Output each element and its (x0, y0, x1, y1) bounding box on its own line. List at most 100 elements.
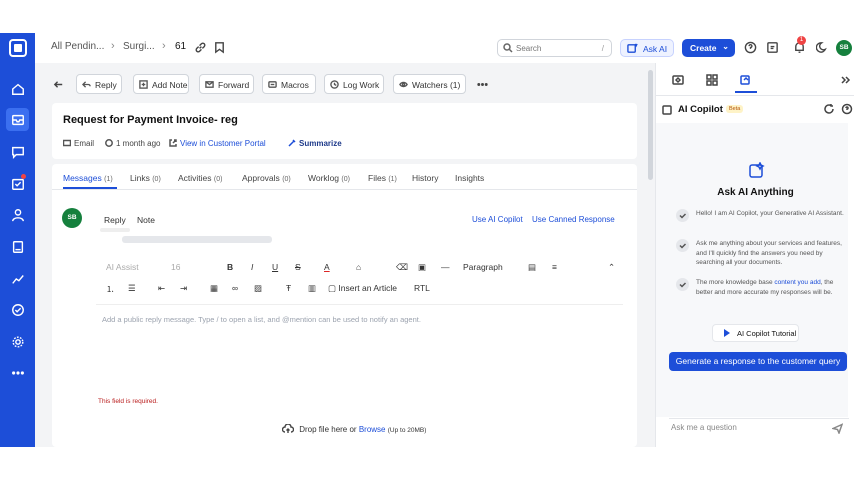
ask-question-input[interactable]: Ask me a question (669, 418, 849, 436)
browse-link[interactable]: Browse (359, 425, 386, 434)
check-icon (676, 209, 689, 222)
contacts-icon[interactable] (6, 203, 29, 226)
highlight-color-icon[interactable]: ⌂ (356, 262, 361, 272)
ticket-action-bar: Reply Add Note Forward Macros Log Work W… (48, 72, 638, 98)
table-icon[interactable]: ▦ (210, 283, 218, 294)
knowledge-base-icon[interactable] (6, 235, 29, 258)
tab-approvals[interactable]: Approvals (0) (242, 173, 291, 183)
reply-button[interactable]: Reply (76, 74, 122, 94)
macros-button[interactable]: Macros (262, 74, 316, 94)
create-button[interactable]: Create ⌄ (682, 39, 735, 57)
rtl-button[interactable]: RTL (414, 283, 430, 293)
align-icon[interactable]: ≡ (552, 262, 557, 272)
tab-worklog[interactable]: Worklog (0) (308, 173, 350, 183)
horizontal-rule-icon[interactable]: — (441, 262, 450, 272)
strikethrough-icon[interactable]: S (295, 262, 301, 272)
generate-response-button[interactable]: Generate a response to the customer quer… (669, 352, 847, 371)
link-icon[interactable] (194, 41, 207, 54)
panel-tab-copilot-icon[interactable] (740, 73, 754, 87)
refresh-icon[interactable] (823, 102, 837, 116)
tab-insights[interactable]: Insights (455, 173, 484, 183)
view-in-customer-portal-link[interactable]: View in Customer Portal (169, 139, 266, 148)
app-frame: All Pendin... › Surgi... › 61 Search / A… (0, 0, 854, 447)
top-bar: All Pendin... › Surgi... › 61 Search / A… (35, 33, 854, 63)
tasks-icon[interactable] (6, 172, 29, 195)
ticket-body-card: Messages (1) Links (0) Activities (0) Ap… (52, 164, 637, 447)
ticket-age: 1 month ago (105, 139, 160, 148)
eraser-icon[interactable]: ⌫ (396, 262, 408, 273)
summarize-button[interactable]: Summarize (288, 139, 342, 148)
search-input[interactable]: Search / (497, 39, 612, 57)
image-icon[interactable]: ▣ (418, 262, 426, 273)
breadcrumb-all-pending[interactable]: All Pendin... (51, 41, 104, 52)
panel-tab-details-icon[interactable] (672, 73, 686, 87)
chevron-right-icon: › (111, 40, 115, 52)
numbered-list-icon[interactable]: ⒈ (106, 283, 115, 295)
clear-format-icon[interactable]: Ŧ (286, 283, 291, 293)
outdent-icon[interactable]: ⇤ (158, 283, 165, 294)
panel-tab-apps-icon[interactable] (706, 73, 720, 87)
italic-icon[interactable]: I (251, 262, 253, 272)
app-logo[interactable] (0, 33, 35, 63)
log-work-button[interactable]: Log Work (324, 74, 384, 94)
font-family-select[interactable]: AI Assist (106, 262, 139, 272)
send-icon[interactable] (830, 423, 844, 436)
composer-note-tab[interactable]: Note (137, 215, 155, 225)
watchers-button[interactable]: Watchers (1) (393, 74, 466, 94)
paragraph-select[interactable]: Paragraph (463, 262, 503, 272)
copilot-tip-3: The more knowledge base content you add,… (696, 279, 834, 296)
editor-toolbar-row-1: AI Assist 16 B I U S A ⌂ ⌫ ▣ — Paragraph… (96, 258, 623, 278)
home-icon[interactable] (6, 77, 29, 100)
collapse-toolbar-icon[interactable]: ⌃ (608, 262, 615, 273)
more-icon[interactable] (6, 361, 29, 384)
back-arrow-icon[interactable] (52, 78, 65, 91)
code-block-icon[interactable]: ▤ (528, 262, 536, 273)
breadcrumb-surgi[interactable]: Surgi... (123, 41, 155, 52)
ai-copilot-tutorial-button[interactable]: AI Copilot Tutorial (712, 324, 799, 342)
bullet-list-icon[interactable]: ☰ (128, 283, 136, 294)
use-canned-response-link[interactable]: Use Canned Response (532, 215, 615, 224)
copilot-help-icon[interactable] (841, 102, 854, 116)
tab-activities[interactable]: Activities (0) (178, 173, 222, 183)
insert-article-button[interactable]: ▢ Insert an Article (328, 283, 397, 294)
indent-icon[interactable]: ⇥ (180, 283, 187, 294)
more-options-icon[interactable] (476, 78, 489, 91)
alerts-icon[interactable] (766, 41, 779, 54)
composer-reply-tab[interactable]: Reply (104, 215, 126, 225)
main-scrollbar[interactable] (648, 70, 653, 180)
add-note-icon (139, 80, 148, 89)
user-avatar[interactable]: SB (836, 40, 852, 56)
blockquote-icon[interactable]: ▥ (308, 283, 316, 294)
chevron-down-icon: ⌄ (722, 42, 729, 51)
settings-icon[interactable] (6, 330, 29, 353)
tickets-icon[interactable] (6, 108, 29, 131)
help-icon[interactable] (744, 41, 757, 54)
font-size-select[interactable]: 16 (171, 262, 180, 272)
bold-icon[interactable]: B (227, 262, 233, 272)
reply-message-input[interactable]: Add a public reply message. Type / to op… (96, 304, 623, 386)
approvals-icon[interactable] (6, 298, 29, 321)
chat-icon[interactable] (6, 140, 29, 163)
forward-button[interactable]: Forward (199, 74, 254, 94)
check-icon (676, 278, 689, 291)
collapse-panel-icon[interactable] (839, 73, 853, 87)
content-you-add-link[interactable]: content you add (774, 279, 820, 286)
use-ai-copilot-link[interactable]: Use AI Copilot (472, 215, 523, 224)
tab-files[interactable]: Files (1) (368, 173, 397, 183)
tab-messages[interactable]: Messages (1) (63, 173, 113, 183)
underline-icon[interactable]: U (272, 262, 278, 272)
image-insert-icon[interactable]: ▨ (254, 283, 262, 294)
file-drop-zone[interactable]: Drop file here or Browse (Up to 20MB) (281, 423, 426, 434)
reports-icon[interactable] (6, 267, 29, 290)
reply-placeholder: Add a public reply message. Type / to op… (102, 315, 421, 324)
add-note-button[interactable]: Add Note (133, 74, 189, 94)
ask-ai-button[interactable]: Ask AI (620, 39, 674, 57)
tab-history[interactable]: History (412, 173, 438, 183)
tasks-alert-dot (21, 174, 26, 179)
editor-toolbar-row-2: ⒈ ☰ ⇤ ⇥ ▦ ∞ ▨ Ŧ ▥ ▢ Insert an Article RT… (96, 279, 623, 299)
dark-mode-moon-icon[interactable] (815, 41, 829, 54)
text-color-icon[interactable]: A (324, 262, 330, 272)
link-insert-icon[interactable]: ∞ (232, 283, 238, 293)
tab-links[interactable]: Links (0) (130, 173, 161, 183)
bookmark-icon[interactable] (213, 41, 226, 54)
